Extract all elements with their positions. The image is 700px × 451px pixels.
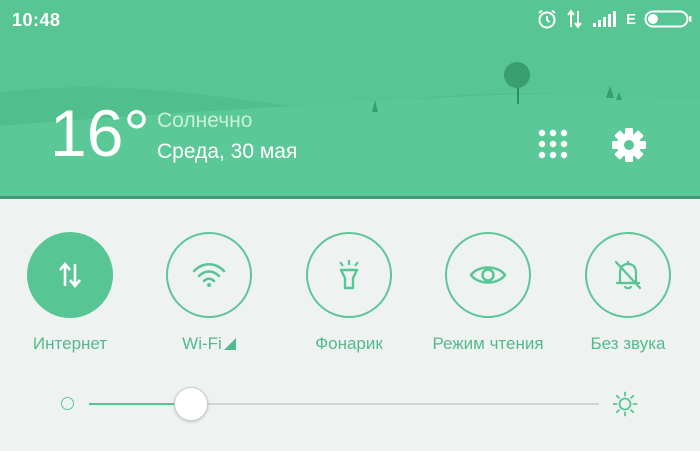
flashlight-icon	[339, 260, 359, 290]
data-transfer-icon	[567, 9, 582, 29]
mobile-data-icon	[59, 261, 81, 289]
status-clock: 10:48	[12, 10, 61, 30]
toggle-flashlight-circle[interactable]	[306, 232, 392, 318]
settings-gear-icon	[612, 128, 646, 162]
toggle-silent-circle[interactable]	[585, 232, 671, 318]
brightness-low-icon	[61, 397, 74, 410]
toggle-silent[interactable]: Без звука	[573, 232, 683, 354]
alarm-icon	[538, 9, 556, 29]
notification-header: 10:48 E 16° Солнечно Среда, 30 мая	[0, 0, 700, 196]
cell-signal-icon	[592, 11, 616, 27]
status-icons: E	[536, 8, 692, 30]
toggle-internet-circle[interactable]	[27, 232, 113, 318]
toggle-reading-circle[interactable]	[445, 232, 531, 318]
bell-off-icon	[614, 260, 642, 290]
status-bar: 10:48 E	[0, 0, 700, 38]
settings-button[interactable]	[608, 124, 650, 166]
brightness-slider-thumb[interactable]	[174, 387, 208, 421]
apps-grid-icon	[538, 129, 568, 159]
wifi-signal-triangle-icon	[223, 338, 236, 350]
toggle-wifi[interactable]: Wi-Fi	[154, 232, 264, 354]
toggle-flashlight[interactable]: Фонарик	[294, 232, 404, 354]
eye-icon	[469, 266, 507, 284]
temperature: 16°	[50, 96, 150, 170]
toggle-silent-label: Без звука	[590, 334, 666, 353]
toggle-wifi-label: Wi-Fi	[182, 334, 236, 354]
brightness-high-icon	[612, 391, 638, 417]
toggle-internet[interactable]: Интернет	[15, 232, 125, 354]
toggle-reading-label: Режим чтения	[432, 334, 544, 353]
toggle-wifi-circle[interactable]	[166, 232, 252, 318]
brightness-slider[interactable]	[89, 387, 599, 421]
toggle-flashlight-label: Фонарик	[315, 334, 383, 353]
weather-condition: Солнечно	[157, 109, 253, 132]
wifi-icon	[192, 262, 226, 287]
header-divider	[0, 196, 700, 199]
date-label: Среда, 30 мая	[157, 140, 298, 163]
apps-grid-button[interactable]	[533, 124, 573, 164]
toggle-reading-mode[interactable]: Режим чтения	[432, 232, 544, 354]
toggle-internet-label: Интернет	[32, 334, 108, 353]
network-type: E	[625, 10, 636, 28]
battery-icon	[644, 10, 692, 28]
